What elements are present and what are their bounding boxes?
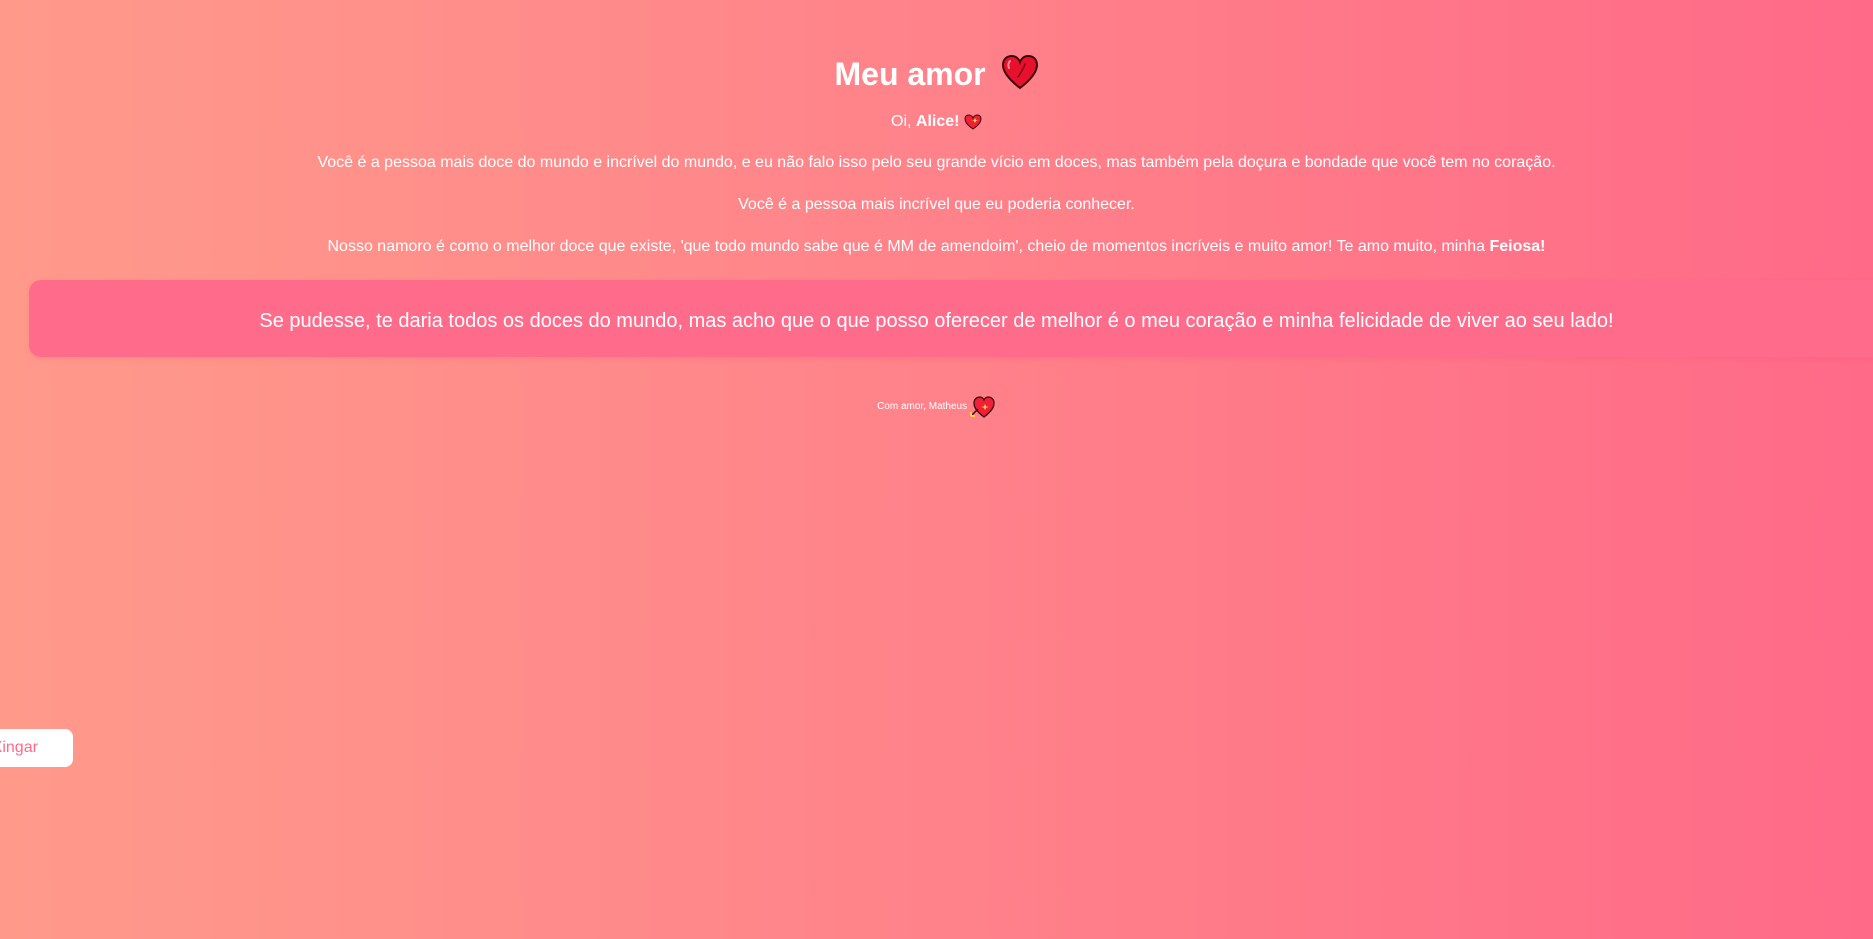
sparkling-heart-icon <box>964 113 982 130</box>
paragraph-sweetness: Você é a pessoa mais doce do mundo e inc… <box>317 154 1556 171</box>
red-heart-icon <box>1001 54 1039 99</box>
xingar-button[interactable]: Me Xingar <box>0 729 73 767</box>
nickname: Feiosa! <box>1489 238 1546 255</box>
page-title: Meu amor <box>0 54 1873 99</box>
greeting: Oi, Alice! <box>0 112 1873 132</box>
xingar-button-label: Me Xingar <box>0 739 38 756</box>
paragraph-incredible: Você é a pessoa mais incrível que eu pod… <box>738 196 1135 213</box>
signature-text: Com amor, Matheus <box>877 401 968 412</box>
paragraph-relationship-text: Nosso namoro é como o melhor doce que ex… <box>327 238 1490 255</box>
greeting-prefix: Oi, <box>891 113 916 130</box>
paragraph-relationship: Nosso namoro é como o melhor doce que ex… <box>0 237 1873 257</box>
page-title-text: Meu amor <box>834 56 986 92</box>
greeting-name: Alice! <box>915 113 960 130</box>
highlight-message: Se pudesse, te daria todos os doces do m… <box>259 310 1614 332</box>
signature: Com amor, Matheus <box>0 394 1873 421</box>
heart-with-arrow-icon <box>969 396 996 418</box>
